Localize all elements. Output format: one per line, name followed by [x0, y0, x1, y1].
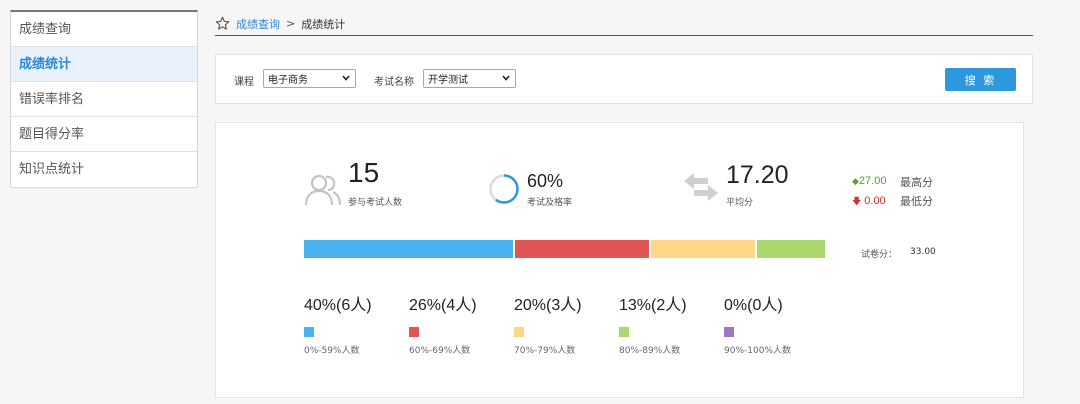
- exam-name-select-value: 开学测试: [428, 75, 468, 86]
- distribution-range: 60%-69%人数: [409, 346, 471, 356]
- sidebar-item-knowledge-point-statistics[interactable]: 知识点统计: [11, 152, 197, 187]
- sidebar-item-question-score-rate[interactable]: 题目得分率: [11, 117, 197, 152]
- participants-label: 参与考试人数: [348, 198, 403, 208]
- average-score-value: 17.20: [726, 161, 789, 189]
- distribution-range: 70%-79%人数: [514, 346, 576, 356]
- course-label: 课程: [234, 77, 254, 88]
- distribution-bar-segment: [756, 240, 825, 258]
- breadcrumb-current: 成绩统计: [301, 17, 346, 31]
- statistics-panel: 15 参与考试人数 60% 考试及格率 17.20 平均分 ◆27.00 最高分…: [215, 122, 1024, 398]
- highest-score-value: 27.00: [858, 175, 887, 187]
- course-select[interactable]: 电子商务: [263, 69, 356, 88]
- lowest-score-value: 0.00: [864, 195, 886, 207]
- distribution-range: 90%-100%人数: [724, 346, 791, 356]
- distribution-bar-segment: [514, 240, 652, 258]
- course-select-value: 电子商务: [268, 75, 308, 86]
- breadcrumb: 成绩查询 > 成绩统计: [215, 12, 1033, 36]
- diamond-up-icon: ◆: [852, 176, 859, 186]
- distribution-bar-segment: [651, 240, 757, 258]
- distribution-item: 0%(0人) 90%-100%人数: [724, 291, 791, 356]
- filter-panel: 课程 电子商务 考试名称 开学测试 搜 索: [215, 54, 1033, 104]
- distribution-swatch: [409, 327, 419, 337]
- score-distribution-bar: [304, 240, 825, 258]
- total-score-label: 试卷分：: [861, 250, 898, 260]
- distribution-percentage: 20%(3人): [514, 297, 582, 314]
- distribution-percentage: 0%(0人): [724, 297, 783, 314]
- distribution-swatch: [514, 327, 524, 337]
- distribution-swatch: [724, 327, 734, 337]
- swap-arrows-icon: [684, 173, 718, 201]
- pass-rate-label: 考试及格率: [527, 198, 573, 208]
- distribution-item: 20%(3人) 70%-79%人数: [514, 291, 582, 356]
- distribution-percentage: 26%(4人): [409, 297, 477, 314]
- distribution-item: 13%(2人) 80%-89%人数: [619, 291, 687, 356]
- lowest-score: 🡇 0.00: [852, 194, 886, 210]
- pass-rate-ring-icon: [489, 174, 519, 204]
- exam-name-label: 考试名称: [374, 77, 414, 88]
- distribution-range: 0%-59%人数: [304, 346, 360, 356]
- breadcrumb-link-score-query[interactable]: 成绩查询: [236, 16, 280, 32]
- exam-name-select[interactable]: 开学测试: [423, 69, 516, 88]
- arrow-down-icon: 🡇: [852, 196, 862, 206]
- participants-count: 15: [348, 157, 380, 188]
- distribution-range: 80%-89%人数: [619, 346, 681, 356]
- distribution-percentage: 13%(2人): [619, 297, 687, 314]
- highest-score: ◆27.00: [852, 175, 886, 187]
- sidebar-item-score-query[interactable]: 成绩查询: [11, 12, 197, 47]
- chevron-down-icon: [342, 75, 350, 81]
- distribution-swatch: [304, 327, 314, 337]
- sidebar-item-score-statistics[interactable]: 成绩统计: [11, 47, 197, 82]
- users-icon: [304, 174, 342, 206]
- distribution-item: 40%(6人) 0%-59%人数: [304, 291, 372, 356]
- highest-score-label: 最高分: [900, 176, 933, 189]
- distribution-percentage: 40%(6人): [304, 297, 372, 314]
- star-icon[interactable]: [215, 16, 230, 31]
- total-score-value: 33.00: [910, 247, 936, 257]
- sidebar-item-error-rate-ranking[interactable]: 错误率排名: [11, 82, 197, 117]
- breadcrumb-separator: >: [286, 17, 296, 30]
- pass-rate-value: 60%: [527, 171, 564, 191]
- distribution-bar-segment: [304, 240, 515, 258]
- distribution-item: 26%(4人) 60%-69%人数: [409, 291, 477, 356]
- search-button[interactable]: 搜 索: [945, 68, 1016, 91]
- chevron-down-icon: [502, 75, 510, 81]
- distribution-swatch: [619, 327, 629, 337]
- sidebar: 成绩查询 成绩统计 错误率排名 题目得分率 知识点统计: [10, 10, 198, 188]
- lowest-score-label: 最低分: [900, 195, 933, 208]
- average-score-label: 平均分: [726, 198, 754, 208]
